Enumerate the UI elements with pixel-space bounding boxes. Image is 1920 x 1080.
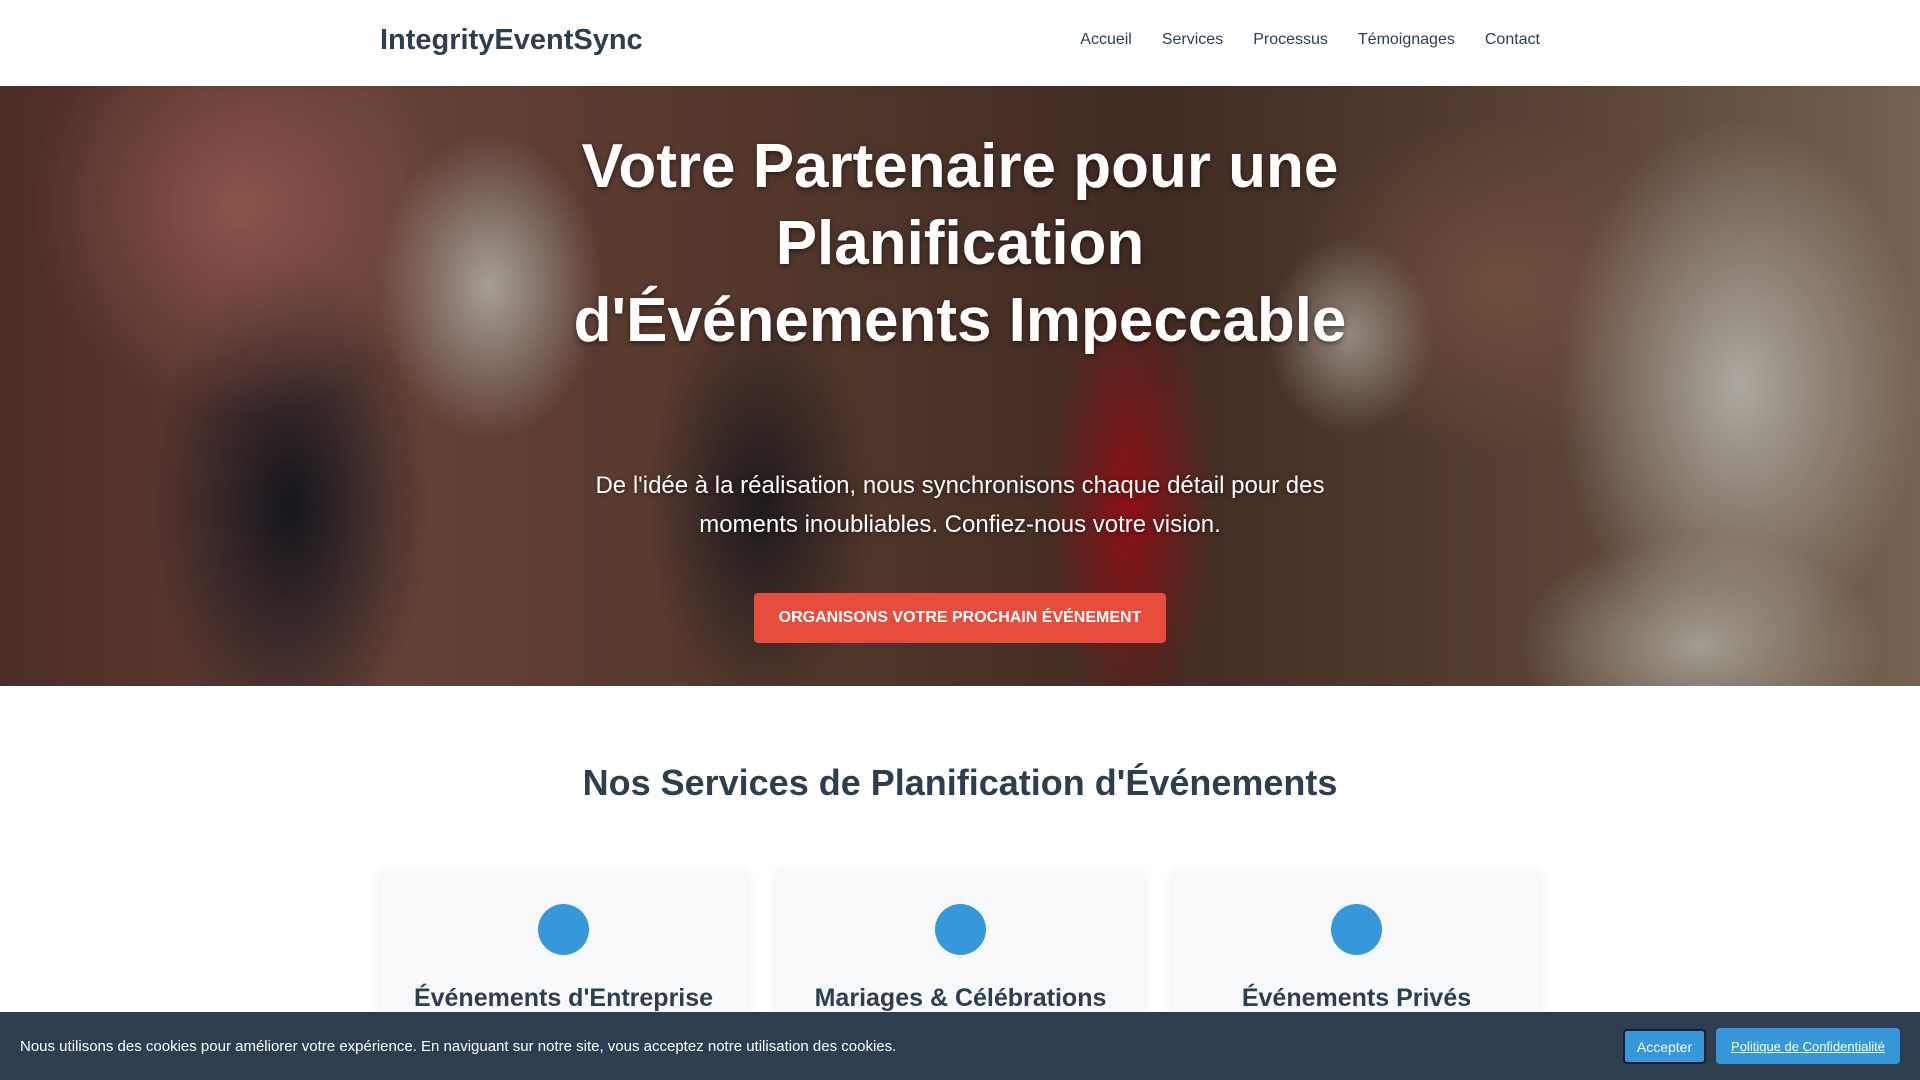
hero-section: Votre Partenaire pour une Planification … [0,86,1920,686]
service-icon [538,904,589,955]
service-card-title: Événements Privés [1241,984,1472,1012]
nav-link-processus[interactable]: Processus [1253,31,1328,49]
service-card-title: Événements d'Entreprise [413,984,714,1012]
service-card-title: Mariages & Célébrations [814,984,1107,1012]
services-title: Nos Services de Planification d'Événemen… [582,762,1338,803]
main-nav: Accueil Services Processus Témoignages C… [1080,31,1540,49]
cookie-banner: Nous utilisons des cookies pour améliore… [0,1012,1920,1080]
service-icon [1331,904,1382,955]
brand-logo[interactable]: IntegrityEventSync [380,24,643,57]
hero-title: Votre Partenaire pour une Planification … [573,132,1347,355]
site-header: IntegrityEventSync Accueil Services Proc… [0,0,1920,86]
nav-link-temoignages[interactable]: Témoignages [1358,31,1455,49]
hero-cta-button[interactable]: Organisons votre prochain événement [754,593,1166,643]
cookie-accept-button[interactable]: Accepter [1623,1029,1706,1064]
nav-link-contact[interactable]: Contact [1485,31,1540,49]
privacy-policy-link[interactable]: Politique de Confidentialité [1716,1028,1900,1064]
nav-link-accueil[interactable]: Accueil [1080,31,1132,49]
service-icon [935,904,986,955]
nav-link-services[interactable]: Services [1162,31,1223,49]
cookie-message: Nous utilisons des cookies pour améliore… [20,1038,897,1055]
hero-subtitle: De l'idée à la réalisation, nous synchro… [595,472,1325,538]
